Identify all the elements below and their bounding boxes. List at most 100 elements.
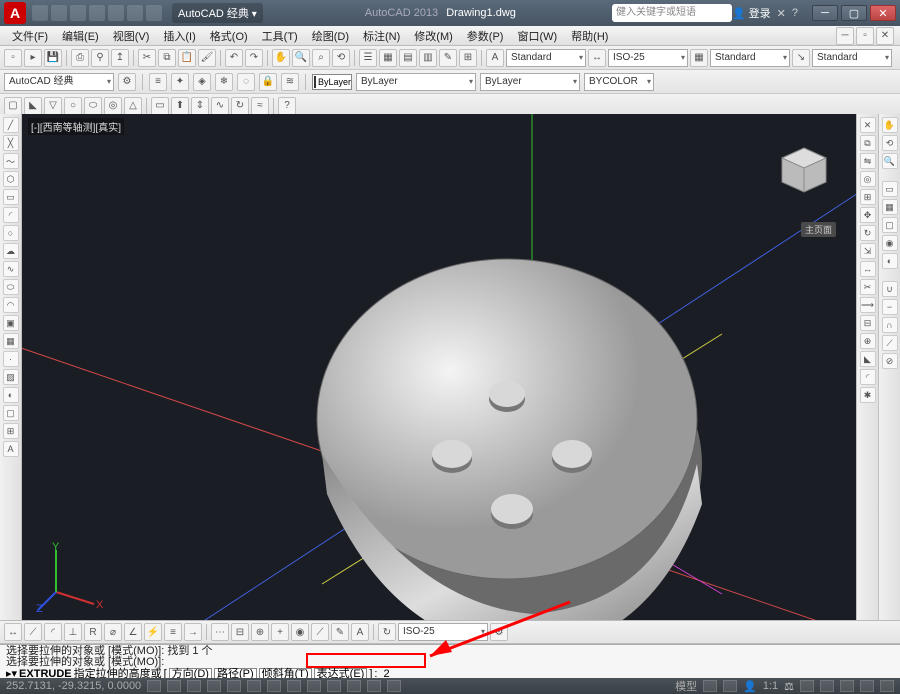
cone-icon[interactable]: ▽ bbox=[44, 97, 62, 115]
exchange-icon[interactable]: ✕ bbox=[777, 7, 786, 20]
vs-wire-icon[interactable]: ▦ bbox=[882, 199, 898, 215]
make-block-icon[interactable]: ▦ bbox=[3, 333, 19, 349]
redo-icon[interactable]: ↷ bbox=[245, 49, 263, 67]
workspace-badge[interactable]: AutoCAD 经典 ▾ bbox=[172, 3, 263, 23]
mirror-icon[interactable]: ⇋ bbox=[860, 153, 876, 169]
layer-states-icon[interactable]: ✦ bbox=[171, 73, 189, 91]
qp-toggle[interactable] bbox=[367, 680, 381, 692]
menu-window[interactable]: 窗口(W) bbox=[511, 26, 563, 46]
erase-icon[interactable]: ✕ bbox=[860, 117, 876, 133]
table-icon[interactable]: ⊞ bbox=[3, 423, 19, 439]
markup-icon[interactable]: ✎ bbox=[439, 49, 457, 67]
hardware-icon[interactable] bbox=[840, 680, 854, 692]
3dosnap-toggle[interactable] bbox=[247, 680, 261, 692]
workspace-dropdown[interactable]: AutoCAD 经典 bbox=[4, 73, 114, 91]
app-logo-icon[interactable]: A bbox=[4, 2, 26, 24]
spline-icon[interactable]: ∿ bbox=[3, 261, 19, 277]
sweep-icon[interactable]: ∿ bbox=[211, 97, 229, 115]
dim-diameter-icon[interactable]: ⌀ bbox=[104, 623, 122, 641]
properties-icon[interactable]: ☰ bbox=[359, 49, 377, 67]
hatch-icon[interactable]: ▨ bbox=[3, 369, 19, 385]
qat-redo-icon[interactable] bbox=[146, 5, 162, 21]
dim-continue-icon[interactable]: → bbox=[184, 623, 202, 641]
anno-scale-icon[interactable]: 👤 bbox=[743, 680, 757, 693]
presspull-icon[interactable]: ⇕ bbox=[191, 97, 209, 115]
revcloud-icon[interactable]: ☁ bbox=[3, 243, 19, 259]
loft-icon[interactable]: ≈ bbox=[251, 97, 269, 115]
drawing-canvas[interactable]: [-][西南等轴测][真实] bbox=[22, 114, 856, 626]
anno-vis-icon[interactable]: ⚖ bbox=[784, 680, 794, 693]
command-prompt[interactable]: ▸▾ EXTRUDE 指定拉伸的高度或 [ 方向(D) 路径(P) 倾斜角(T)… bbox=[6, 668, 894, 678]
status-model[interactable]: 模型 bbox=[675, 678, 697, 694]
insert-block-icon[interactable]: ▣ bbox=[3, 315, 19, 331]
clean-screen-icon[interactable] bbox=[880, 680, 894, 692]
menu-file[interactable]: 文件(F) bbox=[6, 26, 54, 46]
menu-help[interactable]: 帮助(H) bbox=[565, 26, 614, 46]
sc-toggle[interactable] bbox=[387, 680, 401, 692]
nav-zoom-icon[interactable]: 🔍 bbox=[882, 153, 898, 169]
scale-icon[interactable]: ⇲ bbox=[860, 243, 876, 259]
stretch-icon[interactable]: ↔ bbox=[860, 261, 876, 277]
plotstyle-dropdown[interactable]: BYCOLOR bbox=[584, 73, 654, 91]
sheet-set-icon[interactable]: ▥ bbox=[419, 49, 437, 67]
ellipse-icon[interactable]: ⬭ bbox=[3, 279, 19, 295]
textstyle-icon[interactable]: A bbox=[486, 49, 504, 67]
publish-icon[interactable]: ↥ bbox=[111, 49, 129, 67]
zoom-window-icon[interactable]: ⌕ bbox=[312, 49, 330, 67]
doc-minimize-button[interactable]: ─ bbox=[836, 27, 854, 45]
trim-icon[interactable]: ✂ bbox=[860, 279, 876, 295]
dim-linear-icon[interactable]: ↔ bbox=[4, 623, 22, 641]
copy2-icon[interactable]: ⧉ bbox=[860, 135, 876, 151]
open-icon[interactable]: ▸ bbox=[24, 49, 42, 67]
torus-icon[interactable]: ◎ bbox=[104, 97, 122, 115]
qat-open-icon[interactable] bbox=[51, 5, 67, 21]
pline-icon[interactable]: ～ bbox=[3, 153, 19, 169]
menu-format[interactable]: 格式(O) bbox=[204, 26, 254, 46]
qat-save-icon[interactable] bbox=[70, 5, 86, 21]
cmd-opt-direction[interactable]: 方向(D) bbox=[169, 668, 212, 678]
nav-orbit-icon[interactable]: ⟲ bbox=[882, 135, 898, 151]
break-icon[interactable]: ⊟ bbox=[860, 315, 876, 331]
explode-icon[interactable]: ✱ bbox=[860, 387, 876, 403]
subtract-icon[interactable]: − bbox=[882, 299, 898, 315]
union-icon[interactable]: ∪ bbox=[882, 281, 898, 297]
lwt-toggle[interactable] bbox=[327, 680, 341, 692]
cmd-opt-expression[interactable]: 表达式(E) bbox=[314, 668, 368, 678]
move-icon[interactable]: ✥ bbox=[860, 207, 876, 223]
extend-icon[interactable]: ⟶ bbox=[860, 297, 876, 313]
ortho-toggle[interactable] bbox=[187, 680, 201, 692]
copy-icon[interactable]: ⧉ bbox=[158, 49, 176, 67]
ellipse-arc-icon[interactable]: ◠ bbox=[3, 297, 19, 313]
lock-ui-icon[interactable] bbox=[820, 680, 834, 692]
intersect-icon[interactable]: ∩ bbox=[882, 317, 898, 333]
dim-break-icon[interactable]: ⊟ bbox=[231, 623, 249, 641]
snap-toggle[interactable] bbox=[147, 680, 161, 692]
menu-dimension[interactable]: 标注(N) bbox=[357, 26, 406, 46]
status-grid-icon[interactable] bbox=[703, 680, 717, 692]
nav-pan-icon[interactable]: ✋ bbox=[882, 117, 898, 133]
mleader-icon[interactable]: ↘ bbox=[792, 49, 810, 67]
quickcalc-icon[interactable]: ⊞ bbox=[459, 49, 477, 67]
line-icon[interactable]: ╱ bbox=[3, 117, 19, 133]
dim-jogged-icon[interactable]: ⟋ bbox=[311, 623, 329, 641]
dim-aligned-icon[interactable]: ⟋ bbox=[24, 623, 42, 641]
box-icon[interactable]: ▢ bbox=[4, 97, 22, 115]
join-icon[interactable]: ⊕ bbox=[860, 333, 876, 349]
mtext-icon[interactable]: A bbox=[3, 441, 19, 457]
circle-icon[interactable]: ○ bbox=[3, 225, 19, 241]
qat-saveas-icon[interactable] bbox=[89, 5, 105, 21]
tpy-toggle[interactable] bbox=[347, 680, 361, 692]
minimize-button[interactable]: ─ bbox=[812, 5, 838, 21]
sign-in-button[interactable]: 👤 登录 bbox=[732, 5, 771, 21]
layer-mgr-icon[interactable]: ≡ bbox=[149, 73, 167, 91]
menu-view[interactable]: 视图(V) bbox=[107, 26, 156, 46]
dim-edit-icon[interactable]: ✎ bbox=[331, 623, 349, 641]
section-icon[interactable]: ⊘ bbox=[882, 353, 898, 369]
pyramid-icon[interactable]: △ bbox=[124, 97, 142, 115]
cmd-input-value[interactable]: 2 bbox=[383, 669, 389, 678]
text-style-dropdown[interactable]: Standard bbox=[506, 49, 586, 67]
layer-match-icon[interactable]: ≋ bbox=[281, 73, 299, 91]
view-cube[interactable] bbox=[776, 142, 832, 198]
color-control[interactable]: ByLayer bbox=[312, 74, 352, 90]
dim-style-dropdown[interactable]: ISO-25 bbox=[608, 49, 688, 67]
